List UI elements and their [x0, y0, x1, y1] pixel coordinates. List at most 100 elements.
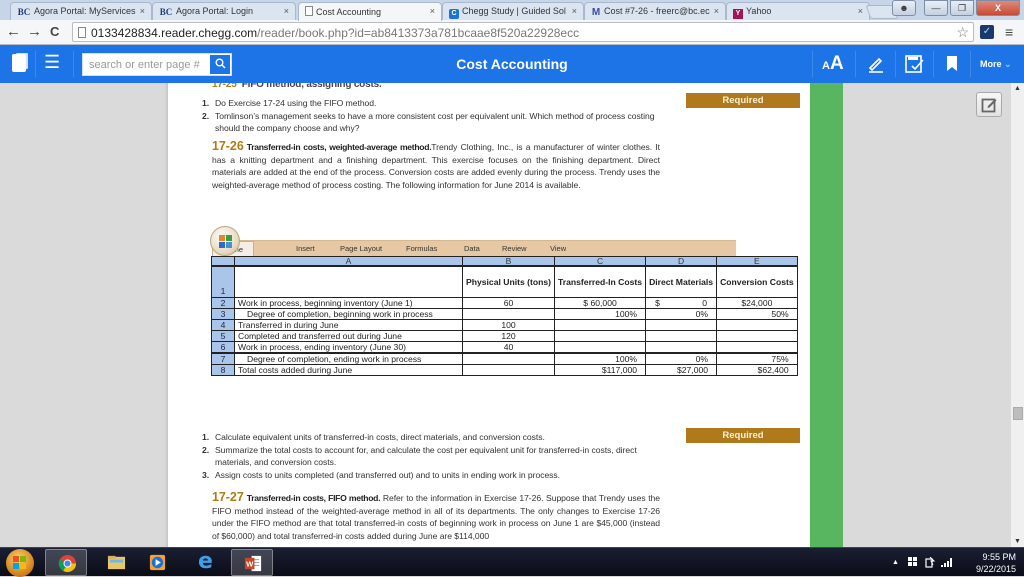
clock-time: 9:55 PM [982, 552, 1016, 562]
column-header-b: B [462, 256, 555, 267]
exercise-17-26-intro: 17-26 Transferred-in costs, weighted-aver… [212, 139, 660, 190]
taskbar-word[interactable]: W [231, 549, 273, 576]
transferred-in-cell [553, 329, 647, 342]
browser-tab-strip: BC Agora Portal: MyServices × BC Agora Por… [0, 0, 1024, 21]
tab-agora-login[interactable]: BC Agora Portal: Login × [152, 2, 296, 20]
action-center-icon[interactable] [908, 557, 918, 569]
column-header-e: E [716, 256, 798, 267]
network-signal-icon[interactable] [941, 557, 953, 569]
svg-text:W: W [246, 559, 254, 568]
header-cell [234, 265, 463, 298]
show-hidden-icons-arrow[interactable]: ▲ [892, 559, 899, 566]
tab-agora-myservices[interactable]: BC Agora Portal: MyServices × [10, 2, 152, 20]
close-tab-icon[interactable]: × [284, 6, 289, 16]
edit-note-icon [981, 98, 997, 113]
transferred-in-cell: 100% [553, 307, 647, 320]
close-tab-icon[interactable]: × [430, 6, 435, 16]
extension-check-icon[interactable]: ✓ [980, 25, 994, 39]
window-controls: ☻ — ❐ X [892, 0, 1020, 18]
excel-ribbon: Home Insert Page Layout Formulas Data Re… [212, 240, 736, 257]
taskbar-chrome[interactable] [45, 549, 87, 576]
url-path: /reader/book.php?id=ab8413373a781bcaae8f… [257, 26, 580, 40]
more-menu-button[interactable]: More ⌄ [980, 59, 1012, 70]
transferred-in-cell: 100% [553, 351, 647, 365]
close-tab-icon[interactable]: × [572, 6, 577, 16]
scroll-down-arrow-icon[interactable]: ▼ [1014, 538, 1021, 545]
row-number: 1 [211, 265, 235, 298]
row-number: 2 [211, 296, 235, 309]
row-label: Transferred in during June [234, 318, 463, 331]
close-tab-icon[interactable]: × [714, 6, 719, 16]
maximize-button[interactable]: ❐ [950, 0, 974, 16]
reload-button[interactable]: C [50, 24, 59, 39]
direct-materials-cell: $27,000 [645, 363, 718, 376]
word-icon: W [244, 555, 262, 572]
internet-explorer-icon: e [198, 549, 213, 574]
clock[interactable]: 9:55 PM 9/22/2015 [956, 551, 1016, 575]
physical-units-cell: 40 [462, 340, 555, 353]
table-row: 2 Work in process, beginning inventory (… [211, 296, 798, 309]
bookmark-icon[interactable] [946, 55, 958, 77]
exercise-17-25-list: 1. Do Exercise 17-24 using the FIFO metho… [202, 97, 662, 135]
add-note-button[interactable] [976, 92, 1002, 117]
tab-gmail[interactable]: M Cost #7-26 - freerc@bc.ec × [584, 2, 726, 20]
notes-icon[interactable] [905, 54, 925, 79]
profile-button[interactable]: ☻ [892, 0, 916, 16]
ribbon-tab-data: Data [464, 244, 480, 253]
start-button[interactable] [6, 549, 34, 577]
transferred-in-cell: $ 60,000 [553, 296, 647, 309]
exercise-17-25-heading: 17-25 FIFO method, assigning costs. [212, 83, 382, 90]
taskbar-media-player[interactable] [136, 549, 178, 576]
browser-menu-icon[interactable]: ≡ [1005, 24, 1013, 40]
close-tab-icon[interactable]: × [140, 6, 145, 16]
tab-chegg-study[interactable]: C Chegg Study | Guided Sol × [442, 2, 584, 20]
list-item: 2. Summarize the total costs to account f… [202, 444, 637, 468]
close-tab-icon[interactable]: × [858, 6, 863, 16]
tab-yahoo[interactable]: Y Yahoo × [726, 2, 870, 20]
chrome-icon [58, 554, 77, 573]
table-row: 5 Completed and transferred out during J… [211, 329, 798, 342]
bookmark-star-icon[interactable]: ☆ [956, 24, 969, 41]
folder-icon [107, 555, 126, 570]
close-window-button[interactable]: X [976, 0, 1020, 16]
column-header-a: A [234, 256, 463, 267]
url-host: 0133428834.reader.chegg.com [91, 26, 258, 40]
ribbon-tab-review: Review [502, 244, 527, 253]
conversion-cell: $62,400 [716, 363, 798, 376]
row-label: Degree of completion, beginning work in … [234, 307, 463, 320]
table-header-row: 1 Physical Units (tons) Transferred-In C… [211, 265, 798, 298]
minimize-button[interactable]: — [924, 0, 948, 16]
browser-navbar: ← → C 0133428834.reader.chegg.com/reader… [0, 20, 1024, 45]
row-number: 5 [211, 329, 235, 342]
taskbar-file-explorer[interactable] [95, 549, 137, 576]
row-label: Completed and transferred out during Jun… [234, 329, 463, 342]
bc-icon: BC [159, 7, 173, 17]
scrollbar-thumb[interactable] [1013, 407, 1023, 421]
scroll-up-arrow-icon[interactable]: ▲ [1014, 85, 1021, 92]
page-icon [78, 27, 86, 38]
list-item: 2. Tomlinson’s management seeks to have a… [202, 110, 655, 134]
row-number: 7 [211, 351, 235, 365]
divider [855, 51, 856, 77]
highlight-pencil-icon[interactable] [867, 55, 885, 78]
table-row: 8 Total costs added during June $117,000… [211, 363, 798, 376]
reader-toolbar: ☰ Cost Accounting AA More ⌄ [0, 45, 1024, 83]
divider [895, 51, 896, 77]
exercise-17-27-intro: 17-27 Transferred-in costs, FIFO method. … [212, 490, 660, 541]
taskbar-internet-explorer[interactable]: e [186, 549, 228, 576]
tab-cost-accounting[interactable]: Cost Accounting × [298, 2, 442, 21]
address-bar[interactable]: 0133428834.reader.chegg.com/reader/book.… [72, 22, 974, 42]
font-size-button[interactable]: AA [822, 53, 844, 75]
table-row: 3 Degree of completion, beginning work i… [211, 307, 798, 320]
header-direct-materials: Direct Materials [645, 265, 718, 298]
transferred-in-cell [553, 340, 647, 353]
physical-units-cell [462, 351, 555, 365]
forward-button[interactable]: → [27, 23, 42, 40]
ribbon-tab-formulas: Formulas [406, 244, 438, 253]
column-header-c: C [553, 256, 647, 267]
direct-materials-cell [645, 318, 718, 331]
back-button[interactable]: ← [6, 23, 21, 40]
vertical-scrollbar[interactable]: ▲ ▼ [1011, 83, 1024, 547]
power-icon[interactable] [925, 556, 936, 570]
conversion-cell: 50% [716, 307, 798, 320]
